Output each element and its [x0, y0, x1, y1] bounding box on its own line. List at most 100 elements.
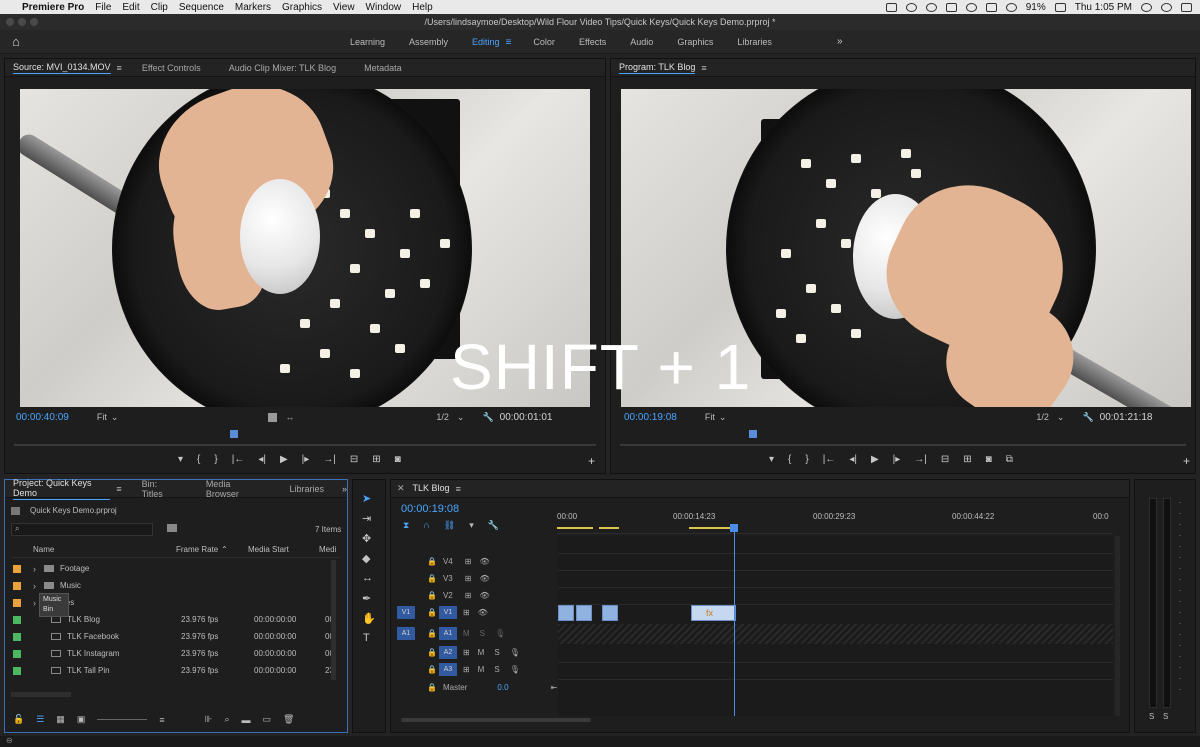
source-resolution-dropdown[interactable]: 1/2	[436, 412, 449, 422]
timeline-playhead[interactable]	[730, 524, 738, 532]
microphone-icon[interactable]: 🎙	[510, 665, 520, 674]
ripple-edit-tool-icon[interactable]: ✥	[362, 532, 371, 545]
column-media-end[interactable]: Medi	[319, 545, 336, 554]
list-view-icon[interactable]: ☰	[36, 714, 44, 725]
tab-program[interactable]: Program: TLK Blog	[619, 62, 696, 74]
program-playhead[interactable]	[749, 430, 757, 438]
track-header-a3[interactable]: 🔒 A3 ⊞ M S 🎙	[397, 661, 559, 678]
user-icon[interactable]	[1141, 2, 1152, 12]
marker-icon[interactable]: ▾	[178, 454, 183, 465]
track-header-v4[interactable]: 🔒 V4 ⊞ 👁	[397, 553, 559, 570]
eye-icon[interactable]: 👁	[479, 557, 489, 566]
freeform-view-icon[interactable]: ▣	[77, 714, 86, 725]
workspace-assembly[interactable]: Assembly	[409, 37, 448, 47]
selection-tool-icon[interactable]: ➤	[362, 492, 371, 505]
source-playhead[interactable]	[230, 430, 238, 438]
program-scrub-bar[interactable]	[620, 444, 1186, 446]
source-tab-menu-icon[interactable]: ≡	[117, 63, 122, 73]
sort-up-icon[interactable]: ⌃	[221, 545, 228, 554]
lift-icon[interactable]: ⊟	[941, 454, 949, 465]
source-patch-a1[interactable]: A1	[397, 627, 415, 640]
timeline-tab-menu-icon[interactable]: ≡	[456, 484, 461, 494]
linked-selection-icon[interactable]: ⛓	[444, 520, 455, 531]
disclosure-triangle-icon[interactable]: ›	[33, 564, 36, 574]
track-select-tool-icon[interactable]: ⇥	[362, 512, 371, 525]
hand-tool-icon[interactable]: ✋	[362, 612, 376, 625]
mark-in-icon[interactable]: {	[197, 454, 200, 465]
play-icon[interactable]: ▶	[280, 454, 288, 465]
add-marker-icon[interactable]: ▾	[469, 520, 474, 531]
program-tab-menu-icon[interactable]: ≡	[701, 63, 706, 73]
mute-button[interactable]: M	[478, 665, 485, 674]
lock-icon[interactable]: 🔒	[427, 608, 437, 617]
eye-icon[interactable]: 👁	[478, 608, 488, 617]
track-header-v1[interactable]: V1 🔒 V1 ⊞ 👁	[397, 604, 559, 621]
track-target-v1[interactable]: V1	[438, 606, 457, 619]
mute-button[interactable]: M	[478, 648, 485, 657]
icon-view-icon[interactable]: ▦	[56, 714, 65, 725]
clear-icon[interactable]: 🗑	[283, 714, 294, 725]
menu-edit[interactable]: Edit	[122, 2, 139, 13]
list-item[interactable]: › Footage	[13, 560, 343, 577]
solo-button[interactable]: S	[480, 629, 485, 638]
snap-icon[interactable]: ∩	[423, 520, 429, 531]
status-icon[interactable]: ⊖	[6, 736, 13, 745]
tab-audio-clip-mixer[interactable]: Audio Clip Mixer: TLK Blog	[229, 63, 336, 73]
tab-metadata[interactable]: Metadata	[364, 63, 402, 73]
program-fit-dropdown[interactable]: Fit	[705, 412, 715, 422]
overwrite-icon[interactable]: ⊞	[372, 454, 380, 465]
chevron-down-icon[interactable]: ⌄	[457, 412, 465, 423]
label-color-swatch[interactable]	[13, 649, 21, 658]
more-workspaces-icon[interactable]: »	[837, 36, 843, 47]
wrench-icon[interactable]: 🔧	[482, 412, 493, 423]
list-item[interactable]: TLK Facebook 23.976 fps 00:00:00:00 00	[13, 628, 343, 645]
program-resolution-dropdown[interactable]: 1/2	[1036, 412, 1049, 422]
track-header-a2[interactable]: 🔒 A2 ⊞ M S 🎙	[397, 644, 559, 661]
track-target-a3[interactable]: A3	[438, 663, 457, 676]
step-forward-icon[interactable]: |▸	[893, 454, 901, 465]
mark-out-icon[interactable]: }	[214, 454, 217, 465]
chevron-down-icon[interactable]: ⌄	[719, 412, 727, 423]
battery-percent[interactable]: 91%	[1026, 2, 1046, 13]
lock-icon[interactable]: 🔓	[13, 714, 24, 725]
workspace-audio[interactable]: Audio	[630, 37, 653, 47]
lock-icon[interactable]: 🔒	[427, 648, 437, 657]
track-header-v3[interactable]: 🔒 V3 ⊞ 👁	[397, 570, 559, 587]
new-bin-icon[interactable]: ▬	[241, 715, 250, 725]
go-to-out-icon[interactable]: →|	[323, 454, 336, 465]
play-icon[interactable]: ▶	[871, 454, 879, 465]
menu-file[interactable]: File	[95, 2, 111, 13]
type-tool-icon[interactable]: T	[363, 632, 370, 644]
track-header-master[interactable]: 🔒 Master 0.0 ⇤	[397, 679, 559, 696]
timeline-clip[interactable]	[576, 605, 592, 621]
add-button-icon[interactable]: +	[588, 454, 595, 468]
master-volume-value[interactable]: 0.0	[497, 683, 508, 692]
lock-icon[interactable]: 🔒	[427, 557, 437, 566]
solo-right-button[interactable]: S	[1163, 712, 1168, 721]
workspace-graphics[interactable]: Graphics	[677, 37, 713, 47]
menu-view[interactable]: View	[333, 2, 355, 13]
tab-effect-controls[interactable]: Effect Controls	[142, 63, 201, 73]
window-controls[interactable]	[6, 18, 38, 26]
list-item[interactable]: TLK Instagram 23.976 fps 00:00:00:00 00	[13, 645, 343, 662]
time-ruler[interactable]: 00:00 00:00:14:23 00:00:29:23 00:00:44:2…	[557, 510, 1113, 534]
track-target-a2[interactable]: A2	[438, 646, 457, 659]
go-to-in-icon[interactable]: |←	[823, 454, 836, 465]
a1-track-empty-area[interactable]	[558, 624, 1113, 644]
step-back-icon[interactable]: ◂|	[849, 454, 857, 465]
marker-icon[interactable]: ▾	[769, 454, 774, 465]
mark-out-icon[interactable]: }	[805, 454, 808, 465]
zoom-slider[interactable]	[97, 719, 148, 720]
menu-sequence[interactable]: Sequence	[179, 2, 224, 13]
slip-tool-icon[interactable]: ↔	[362, 572, 373, 584]
column-frame-rate[interactable]: Frame Rate	[176, 545, 218, 554]
find-icon[interactable]: ⌕	[224, 714, 229, 725]
timeline-vertical-scrollbar[interactable]	[1115, 536, 1120, 716]
battery-icon[interactable]	[1054, 2, 1066, 12]
siri-icon[interactable]	[1161, 2, 1172, 12]
tab-media-browser[interactable]: Media Browser	[206, 479, 262, 499]
program-timecode[interactable]: 00:00:19:08	[624, 412, 677, 423]
menu-app-name[interactable]: Premiere Pro	[22, 2, 84, 13]
timeline-clip-selected[interactable]: fx	[691, 605, 736, 621]
tray-status-icon[interactable]	[925, 2, 937, 12]
